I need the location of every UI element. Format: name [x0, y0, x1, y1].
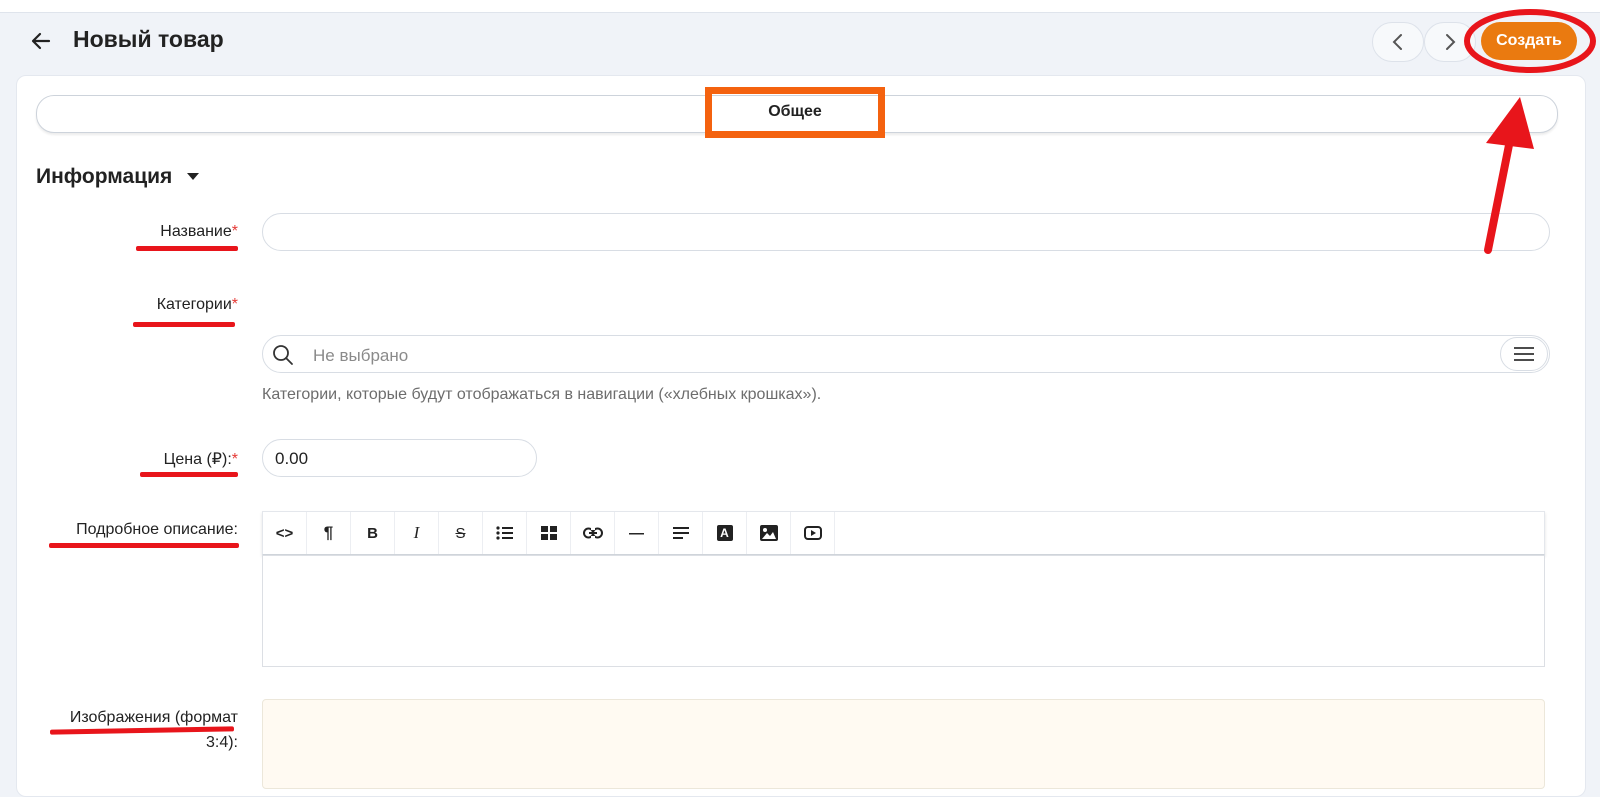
required-mark: * — [231, 223, 238, 240]
link-icon[interactable] — [571, 512, 615, 554]
chevron-left-icon — [1392, 34, 1402, 50]
annotation-underline — [140, 472, 238, 477]
annotation-ellipse — [1464, 9, 1596, 73]
categories-hint: Категории, которые будут отображаться в … — [262, 386, 822, 403]
form-card — [16, 75, 1586, 797]
name-input[interactable] — [262, 213, 1550, 251]
section-title: Информация — [36, 165, 173, 188]
annotation-underline — [49, 543, 239, 548]
price-label: Цена (₽):* — [163, 451, 238, 468]
table-icon[interactable] — [527, 512, 571, 554]
annotation-arrow — [1484, 97, 1534, 254]
image-icon[interactable] — [747, 512, 791, 554]
italic-icon[interactable]: I — [395, 512, 439, 554]
categories-placeholder: Не выбрано — [313, 346, 409, 365]
video-icon[interactable] — [791, 512, 835, 554]
name-label: Название* — [160, 223, 238, 240]
window-top-bar — [0, 0, 1600, 13]
menu-icon — [1514, 347, 1534, 361]
bold-icon[interactable]: B — [351, 512, 395, 554]
description-label: Подробное описание: — [76, 521, 238, 538]
images-dropzone[interactable] — [262, 699, 1545, 789]
page-title: Новый товар — [73, 26, 224, 52]
categories-label: Категории* — [156, 296, 238, 313]
strikethrough-icon[interactable]: S — [439, 512, 483, 554]
editor-toolbar: <> ¶ B I S — A — [262, 511, 1545, 555]
horizontal-rule-icon[interactable]: — — [615, 512, 659, 554]
caret-down-icon[interactable] — [186, 172, 200, 182]
text-color-icon[interactable]: A — [703, 512, 747, 554]
required-mark: * — [231, 451, 238, 468]
search-icon — [273, 345, 293, 365]
annotation-box — [705, 87, 885, 138]
paragraph-icon[interactable]: ¶ — [307, 512, 351, 554]
bullet-list-icon[interactable] — [483, 512, 527, 554]
required-mark: * — [231, 296, 238, 313]
align-icon[interactable] — [659, 512, 703, 554]
chevron-right-icon — [1446, 34, 1456, 50]
previous-button[interactable] — [1372, 22, 1424, 62]
categories-search-input[interactable] — [262, 335, 1550, 373]
back-arrow-icon[interactable] — [28, 28, 54, 54]
price-value: 0.00 — [275, 449, 309, 468]
annotation-underline — [136, 246, 238, 251]
description-editor[interactable] — [262, 555, 1545, 667]
code-icon[interactable]: <> — [263, 512, 307, 554]
annotation-underline — [133, 322, 235, 327]
categories-list-button[interactable] — [1500, 337, 1548, 371]
